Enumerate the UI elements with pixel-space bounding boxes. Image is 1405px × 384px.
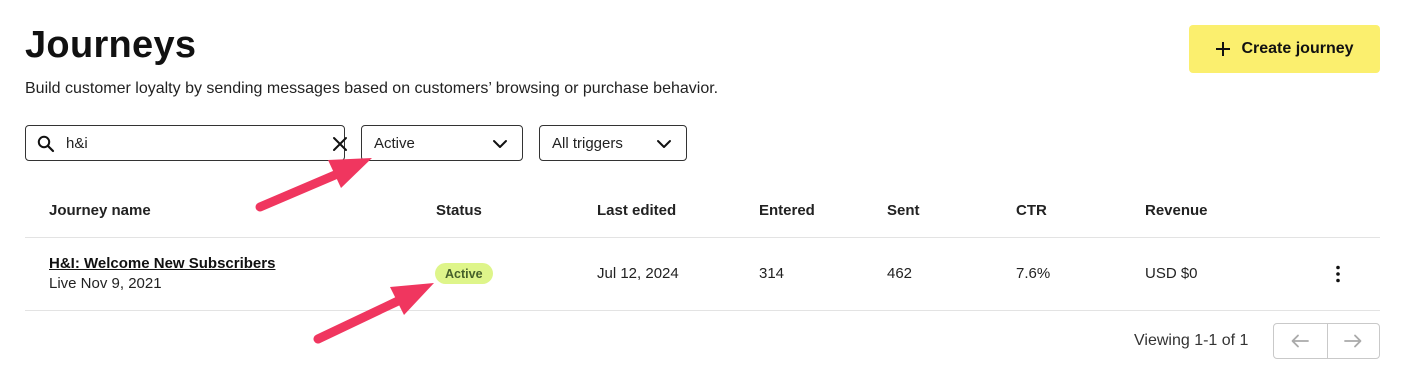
column-header-journey-name[interactable]: Journey name (49, 202, 151, 219)
chevron-down-icon (657, 140, 671, 148)
entered-cell: 314 (759, 265, 785, 282)
search-input[interactable] (66, 132, 296, 154)
previous-page-button[interactable] (1274, 324, 1327, 358)
clear-icon[interactable] (331, 135, 349, 153)
more-vertical-icon[interactable] (1328, 264, 1348, 284)
column-header-revenue[interactable]: Revenue (1145, 202, 1208, 219)
create-journey-button[interactable]: Create journey (1189, 25, 1380, 73)
chevron-down-icon (493, 140, 507, 148)
page-title: Journeys (25, 24, 197, 66)
trigger-filter-select[interactable]: All triggers (539, 125, 687, 161)
search-icon (37, 135, 55, 153)
status-filter-value: Active (374, 134, 415, 152)
journey-live-date: Live Nov 9, 2021 (49, 275, 162, 292)
pagination-controls (1273, 323, 1380, 359)
table-row-divider (25, 310, 1380, 311)
revenue-cell: USD $0 (1145, 265, 1198, 282)
last-edited-cell: Jul 12, 2024 (597, 265, 679, 282)
trigger-filter-value: All triggers (552, 134, 623, 152)
column-header-sent[interactable]: Sent (887, 202, 920, 219)
annotation-arrow-status-filter (255, 158, 372, 212)
column-header-entered[interactable]: Entered (759, 202, 815, 219)
status-filter-select[interactable]: Active (361, 125, 523, 161)
arrow-left-icon (1291, 334, 1310, 348)
ctr-cell: 7.6% (1016, 265, 1051, 282)
arrow-right-icon (1344, 334, 1362, 348)
next-page-button[interactable] (1326, 324, 1380, 358)
pagination-viewing-text: Viewing 1-1 of 1 (1134, 332, 1249, 349)
page-subtitle: Build customer loyalty by sending messag… (25, 80, 719, 97)
status-badge: Active (435, 263, 493, 284)
create-journey-label: Create journey (1241, 40, 1354, 57)
sent-cell: 462 (887, 265, 913, 282)
plus-icon (1216, 42, 1231, 56)
column-header-status[interactable]: Status (436, 202, 482, 219)
journey-name-link[interactable]: H&I: Welcome New Subscribers (49, 255, 275, 272)
search-field[interactable] (25, 125, 347, 161)
table-header-divider (25, 237, 1380, 238)
column-header-last-edited[interactable]: Last edited (597, 202, 676, 219)
column-header-ctr[interactable]: CTR (1016, 202, 1047, 219)
annotation-arrow-status-badge (313, 283, 434, 344)
